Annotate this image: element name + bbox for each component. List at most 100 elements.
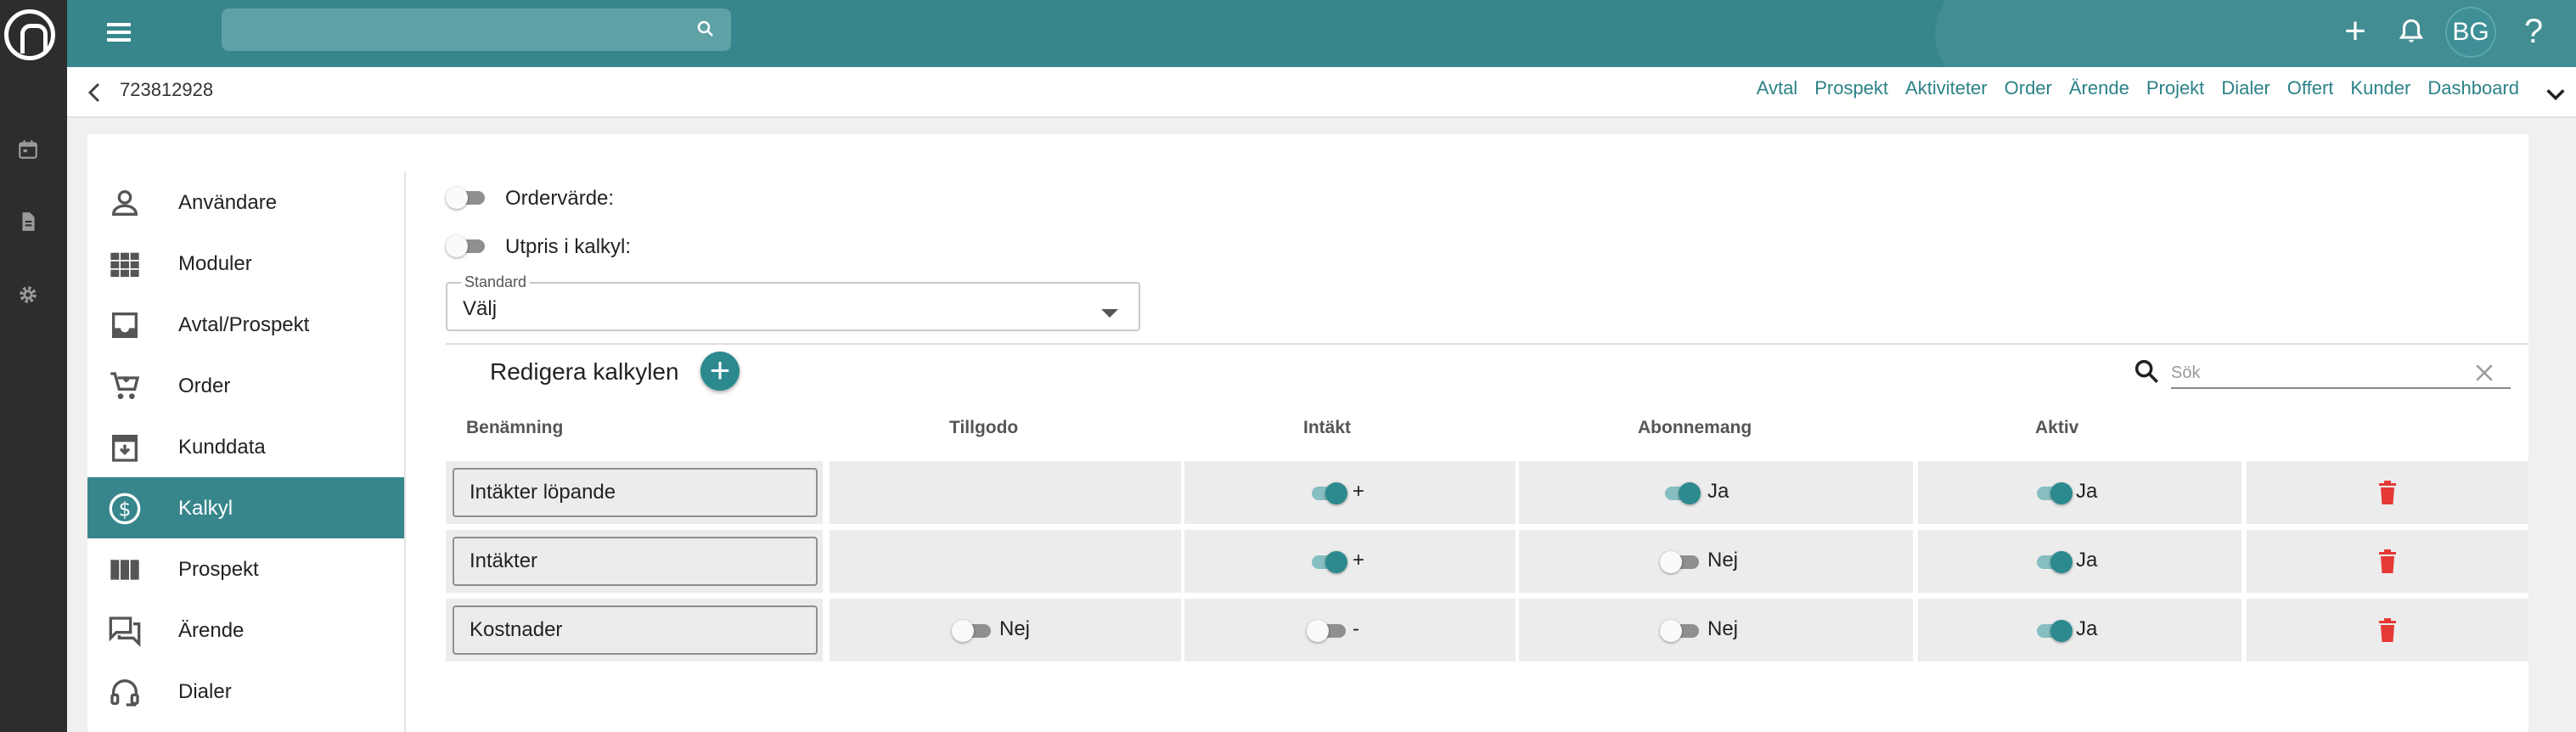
search-icon[interactable] [695, 19, 716, 39]
trash-icon[interactable] [2377, 617, 2398, 643]
settings-card: Användare Moduler Avtal/Prospekt Order K… [87, 134, 2528, 732]
document-icon[interactable] [17, 211, 39, 233]
action-cell [2247, 461, 2528, 524]
standard-select-label: Standard [461, 273, 531, 291]
top-bar: + BG ? [67, 0, 2576, 67]
sidebar-item-moduler[interactable]: Moduler [87, 233, 404, 294]
column-header-aktiv: Aktiv [2035, 418, 2079, 437]
sidebar-item-label: Ärende [178, 619, 245, 642]
nav-link-dialer[interactable]: Dialer [2221, 77, 2269, 99]
menu-icon[interactable] [107, 19, 134, 48]
abonnemang-cell: Nej [1519, 599, 1913, 662]
aktiv-value: Ja [2076, 617, 2098, 640]
nav-link-kunder[interactable]: Kunder [2350, 77, 2410, 99]
nav-link-aktiviteter[interactable]: Aktiviteter [1905, 77, 1988, 99]
row-name-input[interactable] [453, 468, 818, 517]
abonnemang-cell: Nej [1519, 530, 1913, 593]
abonnemang-toggle[interactable] [1656, 480, 1702, 505]
close-icon[interactable] [2472, 360, 2497, 386]
aktiv-toggle[interactable] [2028, 617, 2074, 643]
intakt-value: - [1353, 617, 1359, 640]
abonnemang-value: Ja [1707, 480, 1730, 503]
record-header: 723812928 Avtal Prospekt Aktiviteter Ord… [67, 67, 2576, 118]
archive-icon [112, 435, 138, 462]
nav-link-offert[interactable]: Offert [2287, 77, 2334, 99]
sidebar-item-label: Moduler [178, 252, 252, 275]
abonnemang-toggle[interactable] [1656, 617, 1702, 643]
cart-icon [110, 372, 140, 399]
abonnemang-toggle[interactable] [1656, 549, 1702, 574]
sidebar-item-arende[interactable]: Ärende [87, 600, 404, 661]
nav-link-prospekt[interactable]: Prospekt [1814, 77, 1888, 99]
avatar[interactable]: BG [2445, 7, 2496, 58]
nav-link-order[interactable]: Order [2005, 77, 2052, 99]
inbox-icon [112, 313, 138, 338]
aktiv-cell: Ja [1918, 530, 2241, 593]
sidebar-item-dialer[interactable]: Dialer [87, 661, 404, 722]
tillgodo-cell [830, 530, 1181, 593]
nav-link-arende[interactable]: Ärende [2069, 77, 2129, 99]
sidebar-item-label: Kunddata [178, 436, 266, 459]
aktiv-cell: Ja [1918, 599, 2241, 662]
aktiv-cell: Ja [1918, 461, 2241, 524]
nav-link-dashboard[interactable]: Dashboard [2427, 77, 2519, 99]
name-cell [446, 599, 823, 662]
aktiv-value: Ja [2076, 549, 2098, 572]
column-header-abonnemang: Abonnemang [1638, 418, 1752, 437]
action-cell [2247, 599, 2528, 662]
person-icon [111, 190, 138, 216]
sidebar-item-kalkyl[interactable]: $ Kalkyl [87, 477, 404, 538]
ordervarde-label: Ordervärde: [505, 187, 615, 210]
sidebar-item-label: Användare [178, 191, 278, 214]
sidebar-item-anvandare[interactable]: Användare [87, 172, 404, 233]
help-icon[interactable]: ? [2516, 14, 2551, 49]
tillgodo-cell [830, 461, 1181, 524]
app-rail [0, 0, 67, 732]
sidebar-divider [404, 172, 406, 732]
standard-select[interactable]: Standard Välj [446, 273, 1140, 331]
global-search-input[interactable] [222, 8, 731, 51]
sidebar-item-kunddata[interactable]: Kunddata [87, 416, 404, 477]
abonnemang-value: Nej [1707, 549, 1739, 572]
trash-icon[interactable] [2377, 549, 2398, 574]
utpris-toggle[interactable] [442, 233, 488, 258]
app-logo-icon[interactable] [4, 9, 55, 60]
row-name-input[interactable] [453, 537, 818, 586]
trash-icon[interactable] [2377, 480, 2398, 505]
name-cell [446, 530, 823, 593]
table-search-input[interactable] [2171, 358, 2511, 389]
settings-sidebar: Användare Moduler Avtal/Prospekt Order K… [87, 172, 404, 722]
columns-icon [110, 560, 139, 580]
sidebar-item-avtal-prospekt[interactable]: Avtal/Prospekt [87, 294, 404, 355]
ordervarde-toggle[interactable] [442, 184, 488, 210]
aktiv-toggle[interactable] [2028, 549, 2074, 574]
abonnemang-value: Nej [1707, 617, 1739, 640]
tillgodo-cell: Nej [830, 599, 1181, 662]
abonnemang-cell: Ja [1519, 461, 1913, 524]
intakt-toggle[interactable] [1303, 617, 1349, 643]
intakt-toggle[interactable] [1303, 549, 1349, 574]
chevron-down-icon[interactable] [2544, 82, 2568, 106]
column-header-tillgodo: Tillgodo [949, 418, 1019, 437]
gear-icon[interactable] [17, 284, 39, 306]
sidebar-item-order[interactable]: Order [87, 355, 404, 416]
bell-icon[interactable] [2397, 17, 2426, 46]
add-row-button[interactable]: + [700, 352, 740, 391]
intakt-toggle[interactable] [1303, 480, 1349, 505]
nav-link-projekt[interactable]: Projekt [2146, 77, 2204, 99]
plus-icon[interactable]: + [2337, 13, 2373, 50]
nav-link-avtal[interactable]: Avtal [1757, 77, 1798, 99]
column-header-intakt: Intäkt [1303, 418, 1352, 437]
intakt-value: + [1353, 480, 1365, 503]
aktiv-toggle[interactable] [2028, 480, 2074, 505]
search-icon [2134, 359, 2159, 384]
record-id: 723812928 [120, 79, 214, 100]
row-name-input[interactable] [453, 605, 818, 655]
sidebar-item-prospekt[interactable]: Prospekt [87, 538, 404, 600]
dollar-icon: $ [109, 493, 141, 525]
chevron-left-icon[interactable] [84, 81, 104, 104]
calendar-icon[interactable] [17, 138, 39, 160]
tillgodo-toggle[interactable] [948, 617, 994, 643]
headset-icon [110, 679, 139, 707]
sidebar-item-label: Kalkyl [178, 497, 233, 520]
